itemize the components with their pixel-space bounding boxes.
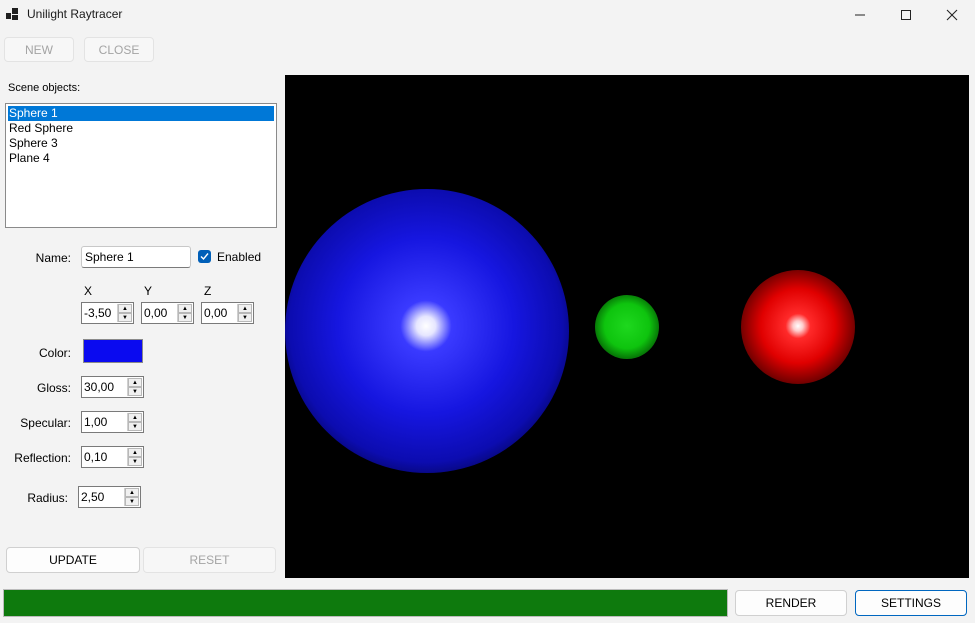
x-value: -3,50 [84, 306, 112, 320]
render-viewport [285, 75, 969, 578]
blue-sphere [285, 189, 569, 473]
z-label: Z [204, 284, 212, 298]
stepper-down-icon[interactable]: ▼ [128, 387, 142, 396]
stepper-down-icon[interactable]: ▼ [125, 497, 139, 506]
name-field[interactable]: Sphere 1 [81, 246, 191, 268]
new-button[interactable]: NEW [4, 37, 74, 62]
gloss-label: Gloss: [36, 381, 71, 395]
stepper-down-icon[interactable]: ▼ [128, 422, 142, 431]
minimize-button[interactable] [837, 0, 883, 30]
list-item[interactable]: Sphere 3 [6, 136, 276, 151]
reflection-label: Reflection: [14, 451, 71, 465]
stepper-up-icon[interactable]: ▲ [125, 488, 139, 497]
red-sphere [741, 270, 855, 384]
specular-value: 1,00 [84, 415, 108, 429]
y-stepper[interactable]: 0,00 ▲ ▼ [141, 302, 194, 324]
render-progress-bar [3, 589, 728, 617]
stepper-down-icon[interactable]: ▼ [238, 313, 252, 322]
specular-label: Specular: [20, 416, 71, 430]
list-item[interactable]: Red Sphere [6, 121, 276, 136]
reset-button[interactable]: RESET [143, 547, 276, 573]
stepper-up-icon[interactable]: ▲ [128, 378, 142, 387]
render-button[interactable]: RENDER [735, 590, 847, 616]
stepper-up-icon[interactable]: ▲ [128, 448, 142, 457]
close-window-button[interactable] [929, 0, 975, 30]
z-value: 0,00 [204, 306, 228, 320]
stepper-down-icon[interactable]: ▼ [118, 313, 132, 322]
update-button[interactable]: UPDATE [6, 547, 140, 573]
minimize-icon [855, 14, 865, 16]
radius-stepper[interactable]: 2,50 ▲ ▼ [78, 486, 141, 508]
radius-label: Radius: [27, 491, 68, 505]
stepper-up-icon[interactable]: ▲ [178, 304, 192, 313]
stepper-up-icon[interactable]: ▲ [118, 304, 132, 313]
app-icon [6, 8, 20, 22]
enabled-checkbox[interactable] [198, 250, 211, 263]
stepper-down-icon[interactable]: ▼ [178, 313, 192, 322]
checkmark-icon [200, 253, 209, 261]
scene-objects-label: Scene objects: [8, 82, 81, 94]
close-scene-button[interactable]: CLOSE [84, 37, 154, 62]
progress-fill [4, 590, 727, 616]
color-label: Color: [38, 346, 71, 360]
list-item[interactable]: Plane 4 [6, 151, 276, 166]
name-label: Name: [35, 251, 71, 265]
specular-stepper[interactable]: 1,00 ▲ ▼ [81, 411, 144, 433]
enabled-label: Enabled [217, 250, 262, 264]
scene-objects-list[interactable]: Sphere 1 Red Sphere Sphere 3 Plane 4 [5, 103, 277, 228]
stepper-up-icon[interactable]: ▲ [238, 304, 252, 313]
window-title: Unilight Raytracer [27, 7, 123, 21]
stepper-down-icon[interactable]: ▼ [128, 457, 142, 466]
gloss-value: 30,00 [84, 380, 115, 394]
settings-button[interactable]: SETTINGS [855, 590, 967, 616]
title-bar: Unilight Raytracer [0, 0, 975, 30]
maximize-icon [901, 10, 911, 20]
gloss-stepper[interactable]: 30,00 ▲ ▼ [81, 376, 144, 398]
close-icon [946, 9, 958, 21]
x-label: X [84, 284, 93, 298]
green-sphere [595, 295, 659, 359]
color-swatch[interactable] [83, 339, 143, 363]
reflection-stepper[interactable]: 0,10 ▲ ▼ [81, 446, 144, 468]
y-value: 0,00 [144, 306, 168, 320]
radius-value: 2,50 [81, 490, 105, 504]
list-item[interactable]: Sphere 1 [8, 106, 274, 121]
stepper-up-icon[interactable]: ▲ [128, 413, 142, 422]
reflection-value: 0,10 [84, 450, 108, 464]
z-stepper[interactable]: 0,00 ▲ ▼ [201, 302, 254, 324]
render-image [285, 189, 855, 473]
maximize-button[interactable] [883, 0, 929, 30]
y-label: Y [144, 284, 153, 298]
x-stepper[interactable]: -3,50 ▲ ▼ [81, 302, 134, 324]
